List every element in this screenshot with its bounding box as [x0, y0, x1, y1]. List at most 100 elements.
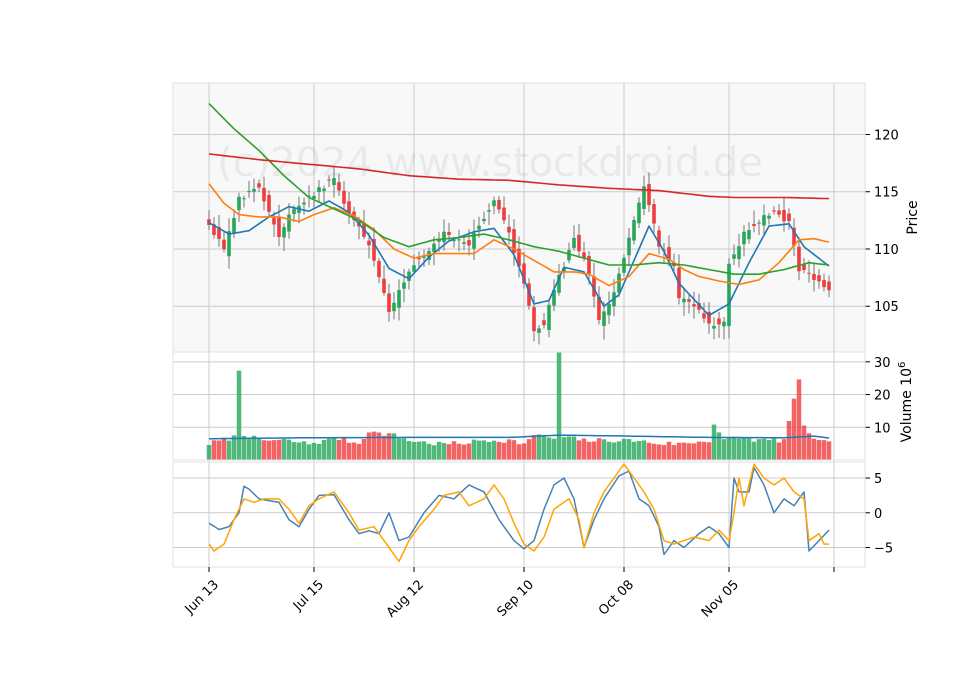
- candle-body: [497, 199, 501, 210]
- volume-bar: [686, 443, 692, 460]
- x-tick-label: Oct 08: [596, 577, 637, 618]
- volume-bar: [621, 438, 627, 460]
- candle-body: [772, 210, 776, 212]
- volume-bar: [281, 439, 287, 460]
- volume-bar: [821, 440, 827, 460]
- volume-bar: [596, 438, 602, 460]
- volume-bar: [466, 443, 472, 460]
- osc-y-tick-label: −5: [874, 542, 893, 557]
- volume-bar: [636, 440, 642, 460]
- candle-body: [367, 240, 371, 246]
- volume-bar: [511, 440, 517, 460]
- volume-bar: [611, 442, 617, 460]
- volume-bar: [541, 436, 547, 460]
- volume-bar: [276, 439, 282, 460]
- volume-bar: [451, 441, 457, 460]
- candle-body: [467, 240, 471, 246]
- candle-body: [377, 260, 381, 278]
- candle-body: [632, 220, 636, 241]
- volume-bar: [716, 432, 722, 460]
- candle-body: [387, 293, 391, 312]
- volume-bar: [601, 439, 607, 460]
- candle-body: [462, 242, 466, 244]
- volume-bar: [531, 435, 537, 460]
- candle-body: [572, 237, 576, 248]
- volume-bar: [291, 442, 297, 460]
- volume-bar: [736, 438, 742, 460]
- volume-bar: [256, 438, 262, 460]
- volume-y-tick-label: 20: [874, 389, 891, 404]
- candle-body: [812, 273, 816, 280]
- volume-bar: [706, 442, 712, 460]
- volume-bar: [561, 437, 567, 460]
- volume-bar: [801, 425, 807, 460]
- candle-body: [747, 229, 751, 240]
- volume-bar: [726, 437, 732, 460]
- candle-body: [547, 304, 551, 330]
- volume-bar: [676, 442, 682, 460]
- candle-body: [827, 281, 831, 291]
- volume-bar: [241, 436, 247, 460]
- volume-bar: [816, 439, 822, 460]
- volume-bar: [321, 439, 327, 460]
- volume-bar: [651, 443, 657, 460]
- volume-bar: [691, 443, 697, 460]
- volume-bar: [506, 439, 512, 460]
- osc-y-tick-label: 0: [874, 507, 882, 522]
- volume-bar: [546, 437, 552, 460]
- candle-body: [732, 254, 736, 259]
- volume-bar: [331, 437, 337, 460]
- volume-bar: [711, 424, 717, 460]
- candle-body: [607, 303, 611, 316]
- volume-bar: [396, 438, 402, 460]
- volume-bar: [591, 441, 597, 460]
- volume-bar: [251, 435, 257, 460]
- volume-bar: [326, 438, 332, 460]
- volume-bar: [346, 442, 352, 460]
- osc-y-tick-label: 5: [874, 472, 882, 487]
- candle-body: [757, 222, 761, 224]
- volume-bar: [771, 438, 777, 460]
- volume-bar: [476, 440, 482, 460]
- volume-axis-label: Volume 106: [897, 362, 915, 443]
- volume-bar: [356, 443, 362, 460]
- volume-bar: [766, 440, 772, 460]
- volume-bar: [796, 379, 802, 460]
- volume-bar: [436, 441, 442, 460]
- candle-body: [567, 250, 571, 261]
- volume-bar: [336, 439, 342, 460]
- volume-bar: [746, 438, 752, 460]
- volume-axis-exponent: 6: [897, 362, 908, 368]
- x-tick-label: Jul 15: [290, 577, 327, 614]
- volume-bar: [306, 444, 312, 460]
- candle-body: [442, 231, 446, 243]
- x-tick-label: Sep 10: [494, 577, 537, 620]
- candle-body: [627, 237, 631, 256]
- volume-bar: [586, 441, 592, 460]
- candle-body: [302, 202, 306, 205]
- candle-body: [342, 190, 346, 204]
- candle-body: [807, 272, 811, 274]
- x-tick-label: Nov 05: [699, 577, 742, 620]
- volume-bar: [826, 441, 832, 460]
- candle-body: [237, 196, 241, 211]
- candle-body: [702, 313, 706, 319]
- volume-bar: [626, 439, 632, 460]
- candle-body: [262, 187, 266, 202]
- volume-bar: [756, 439, 762, 460]
- volume-bar: [761, 438, 767, 460]
- volume-bar: [236, 370, 242, 460]
- volume-bar: [406, 441, 412, 460]
- chart-svg: (c)2024 www.stockdroid.de 10511011512010…: [172, 82, 921, 621]
- candle-body: [532, 307, 536, 332]
- volume-bar: [376, 432, 382, 460]
- candle-body: [817, 275, 821, 282]
- candle-body: [482, 218, 486, 222]
- volume-bar: [521, 443, 527, 460]
- volume-bar: [316, 444, 322, 460]
- candle-body: [232, 217, 236, 234]
- volume-bar: [461, 444, 467, 460]
- candle-body: [777, 210, 781, 215]
- volume-bar: [366, 432, 372, 460]
- volume-bar: [666, 441, 672, 460]
